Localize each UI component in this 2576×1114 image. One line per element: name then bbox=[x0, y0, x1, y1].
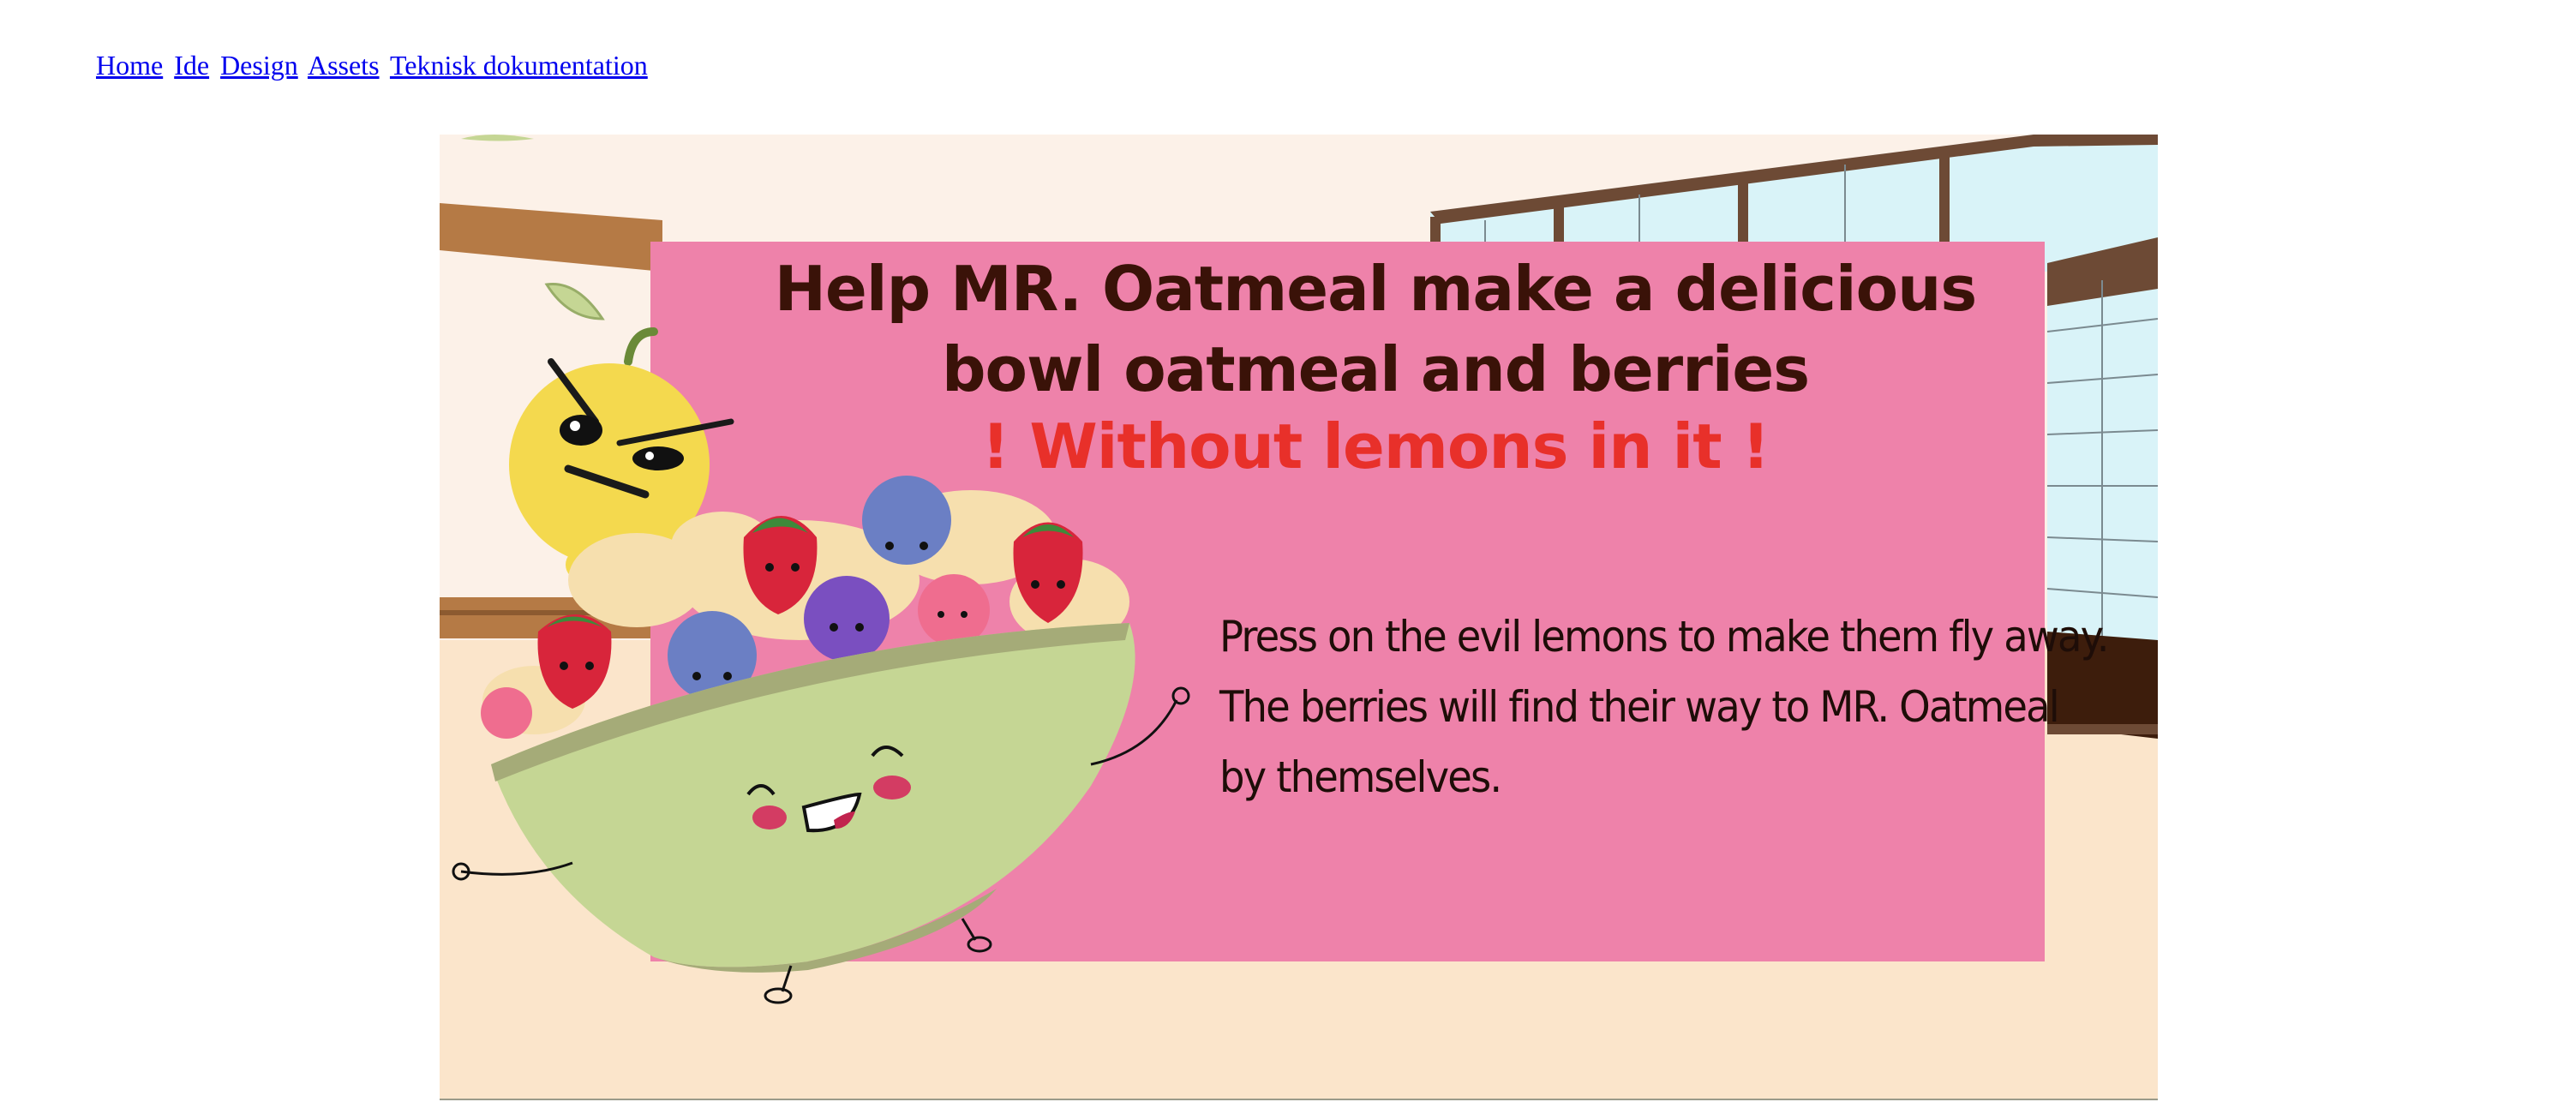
nav-link-home[interactable]: Home bbox=[96, 50, 163, 81]
game-start-screen[interactable]: Help MR. Oatmeal make a delicious bowl o… bbox=[440, 135, 2158, 1100]
blueberry-icon bbox=[862, 476, 951, 565]
characters-layer bbox=[452, 283, 1190, 1004]
nav-link-ide[interactable]: Ide bbox=[174, 50, 209, 81]
raspberry-icon bbox=[918, 574, 990, 646]
top-navigation: Home Ide Design Assets Teknisk dokumenta… bbox=[96, 48, 652, 82]
raspberry-icon bbox=[481, 687, 532, 739]
blackberry-icon bbox=[804, 576, 890, 662]
nav-link-design[interactable]: Design bbox=[220, 50, 298, 81]
nav-link-teknisk-dokumentation[interactable]: Teknisk dokumentation bbox=[390, 50, 648, 81]
nav-link-assets[interactable]: Assets bbox=[308, 50, 380, 81]
